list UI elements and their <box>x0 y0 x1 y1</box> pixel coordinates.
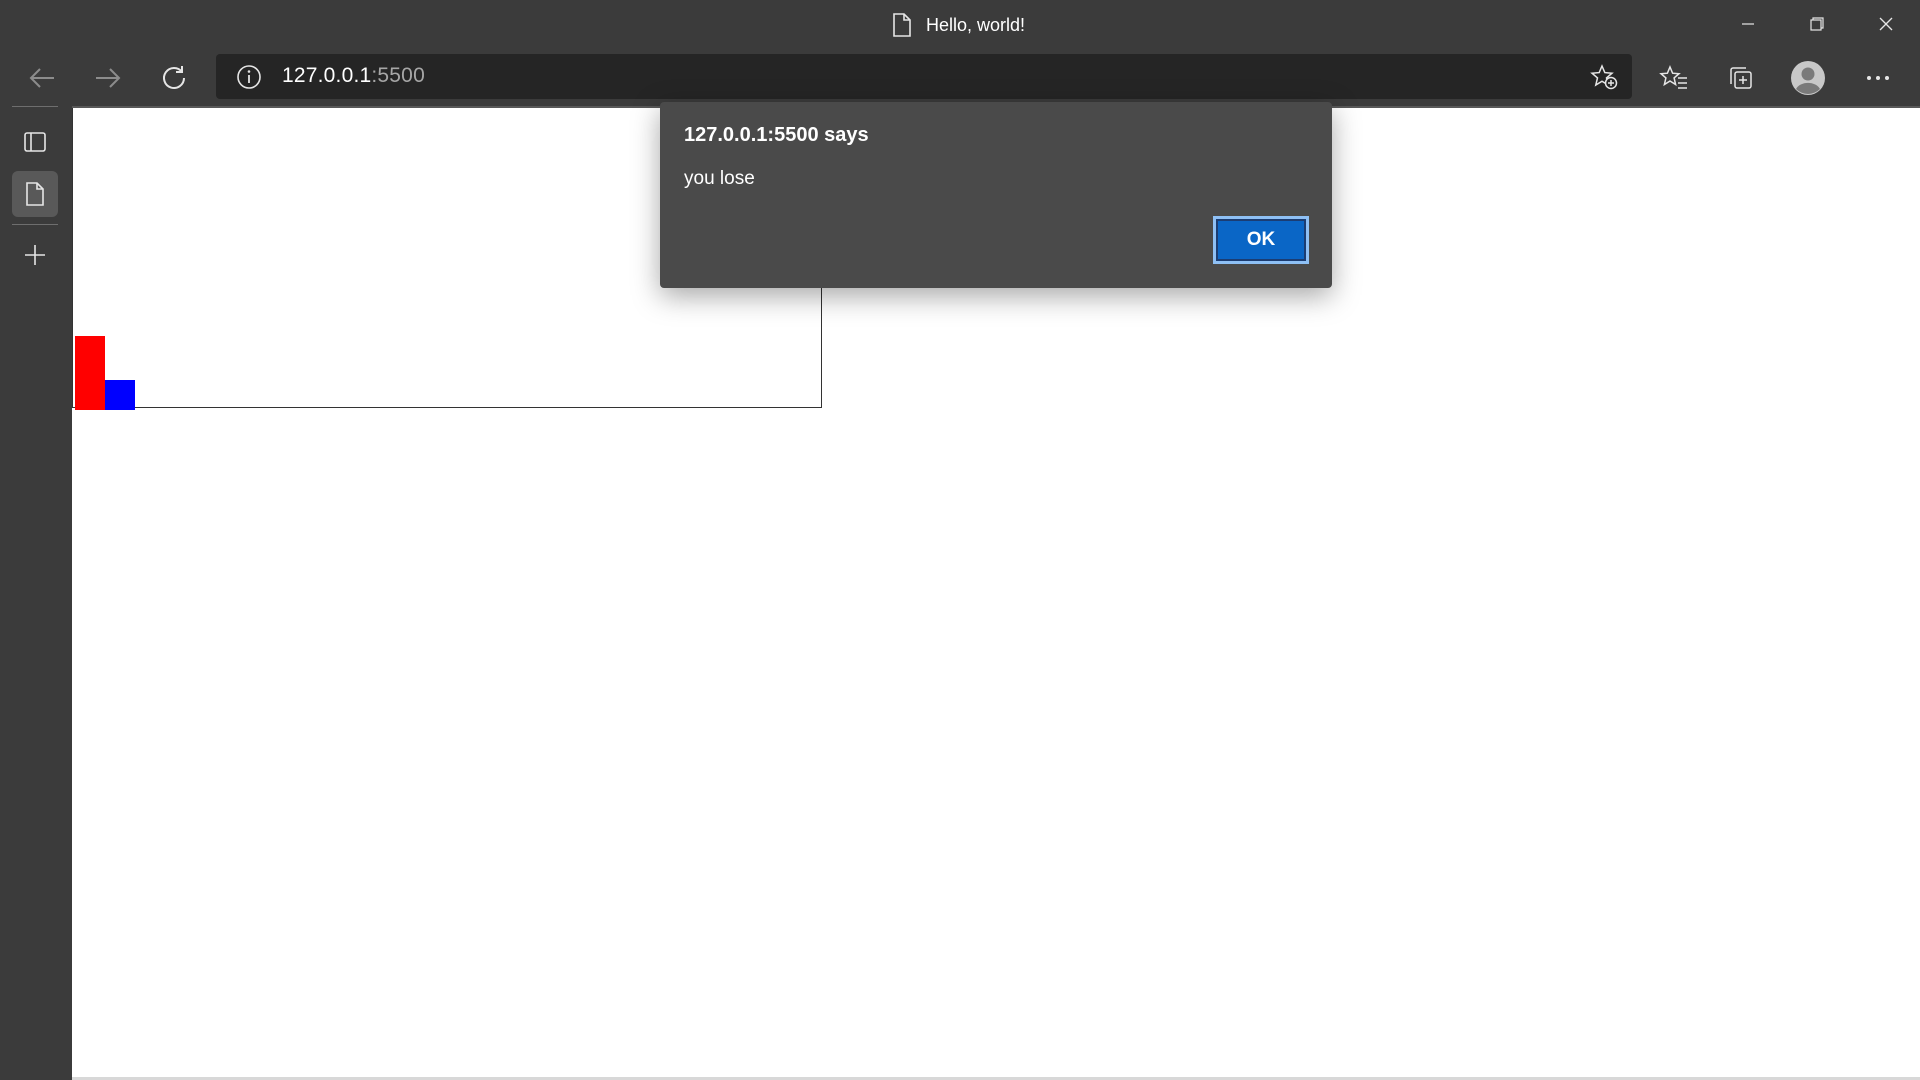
avatar-icon <box>1791 61 1825 95</box>
settings-more-button[interactable] <box>1856 56 1900 100</box>
alert-dialog: 127.0.0.1:5500 says you lose OK <box>660 102 1332 288</box>
tab-actions-button[interactable] <box>12 119 58 165</box>
sidebar-divider <box>12 224 58 225</box>
sidebar-divider <box>12 106 58 107</box>
alert-message: you lose <box>684 168 755 189</box>
restore-button[interactable] <box>1782 0 1851 48</box>
address-port: :5500 <box>371 64 425 87</box>
window-title: Hello, world! <box>892 12 1025 38</box>
more-icon <box>1867 76 1889 80</box>
collections-button[interactable] <box>1718 56 1762 100</box>
plus-icon <box>25 245 45 265</box>
enemy-block <box>105 380 135 410</box>
refresh-button[interactable] <box>154 58 194 98</box>
window-title-text: Hello, world! <box>926 14 1026 35</box>
vertical-tabs-sidebar <box>0 106 72 1080</box>
tab-actions-icon <box>24 132 46 152</box>
ok-button[interactable]: OK <box>1213 216 1309 264</box>
refresh-icon <box>163 66 185 89</box>
restore-icon <box>1809 17 1824 31</box>
collections-icon <box>1730 67 1752 89</box>
back-button[interactable] <box>22 58 62 98</box>
address-bar[interactable]: 127.0.0.1:5500 <box>216 54 1632 99</box>
forward-arrow-icon <box>96 68 121 88</box>
add-favorite-icon[interactable] <box>1590 64 1618 90</box>
new-tab-button[interactable] <box>12 232 58 278</box>
player-block <box>75 336 105 410</box>
page-icon <box>26 182 44 206</box>
back-arrow-icon <box>29 68 54 88</box>
close-icon <box>1879 17 1892 31</box>
window-controls <box>1713 0 1920 48</box>
forward-button[interactable] <box>88 58 128 98</box>
page-icon <box>893 13 911 37</box>
close-window-button[interactable] <box>1851 0 1920 48</box>
profile-button[interactable] <box>1786 56 1830 100</box>
favorites-icon <box>1659 65 1687 89</box>
browser-toolbar: 127.0.0.1:5500 <box>0 50 1920 106</box>
minimize-icon <box>1741 23 1754 25</box>
address-host: 127.0.0.1 <box>282 64 372 87</box>
favorites-button[interactable] <box>1652 56 1696 100</box>
alert-title: 127.0.0.1:5500 says <box>684 124 869 146</box>
info-icon[interactable] <box>236 64 262 90</box>
title-bar: Hello, world! <box>0 0 1920 50</box>
minimize-button[interactable] <box>1713 0 1782 48</box>
address-url[interactable]: 127.0.0.1:5500 <box>282 64 425 88</box>
sidebar-tab-hello-world[interactable] <box>12 171 58 217</box>
browser-window: Hello, world! 127.0.0.1:5500 127.0.0.1:5… <box>0 0 1920 1080</box>
